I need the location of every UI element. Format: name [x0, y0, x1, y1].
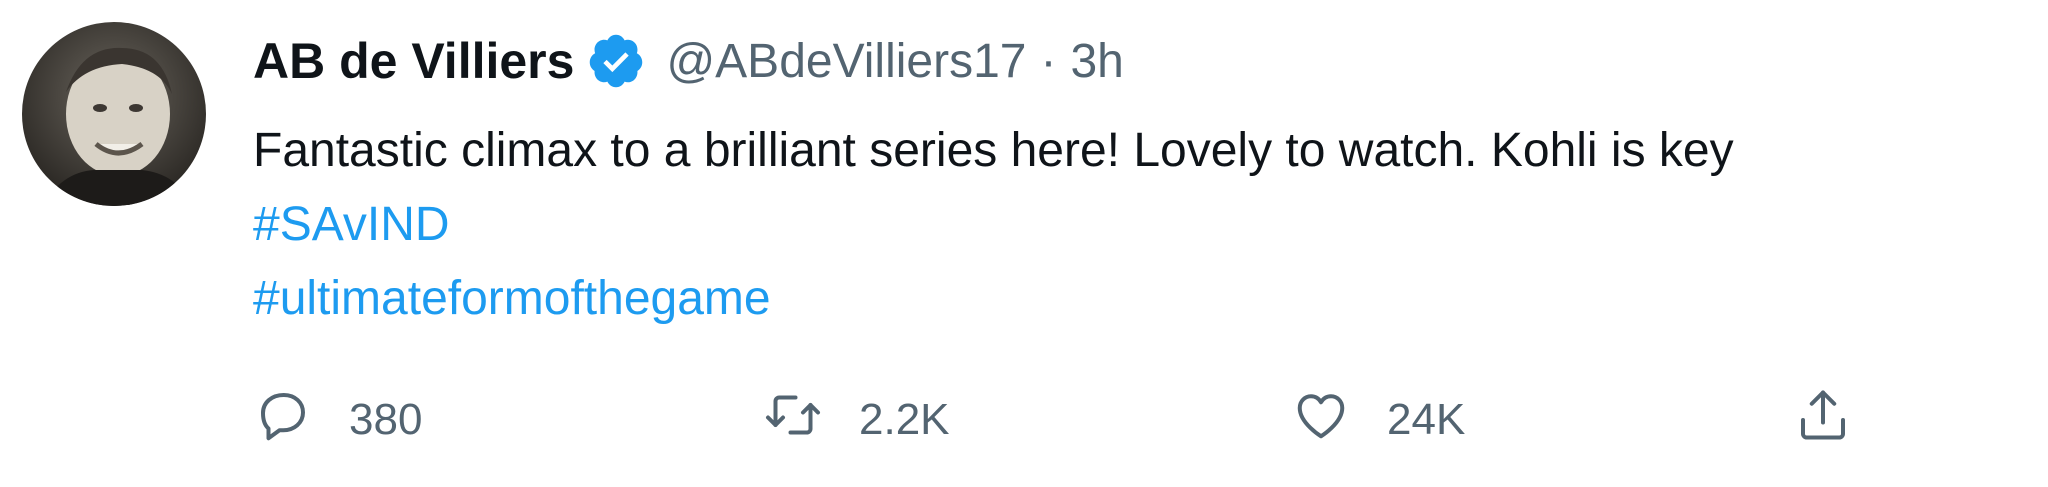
like-count: 24K — [1387, 395, 1466, 444]
retweet-icon — [763, 385, 823, 456]
tweet-content: AB de Villiers @ABdeVilliers17 · 3h Fant… — [253, 26, 2033, 336]
display-name[interactable]: AB de Villiers — [253, 32, 574, 90]
tweet-timestamp[interactable]: 3h — [1070, 34, 1123, 89]
retweet-count: 2.2K — [859, 395, 950, 444]
retweet-button[interactable]: 2.2K — [763, 390, 950, 450]
share-button[interactable] — [1793, 390, 1853, 450]
reply-count: 380 — [349, 395, 423, 444]
tweet-text: Fantastic climax to a brilliant series h… — [253, 114, 2033, 336]
tweet-header: AB de Villiers @ABdeVilliers17 · 3h — [253, 26, 2033, 96]
reply-button[interactable]: 380 — [253, 390, 422, 450]
tweet-actions: 380 2.2K 24K — [253, 390, 1883, 450]
user-handle[interactable]: @ABdeVilliers17 — [666, 34, 1026, 89]
heart-icon — [1291, 385, 1351, 456]
avatar[interactable] — [22, 22, 206, 206]
tweet-body: Fantastic climax to a brilliant series h… — [253, 124, 1734, 177]
hashtag-link[interactable]: #ultimateformofthegame — [253, 262, 2033, 336]
hashtag-link[interactable]: #SAvIND — [253, 188, 2033, 262]
reply-icon — [253, 385, 313, 456]
share-icon — [1793, 385, 1853, 456]
tweet[interactable]: AB de Villiers @ABdeVilliers17 · 3h Fant… — [0, 0, 2048, 487]
verified-badge-icon — [586, 31, 646, 91]
like-button[interactable]: 24K — [1291, 390, 1465, 450]
header-separator: · — [1040, 34, 1057, 88]
